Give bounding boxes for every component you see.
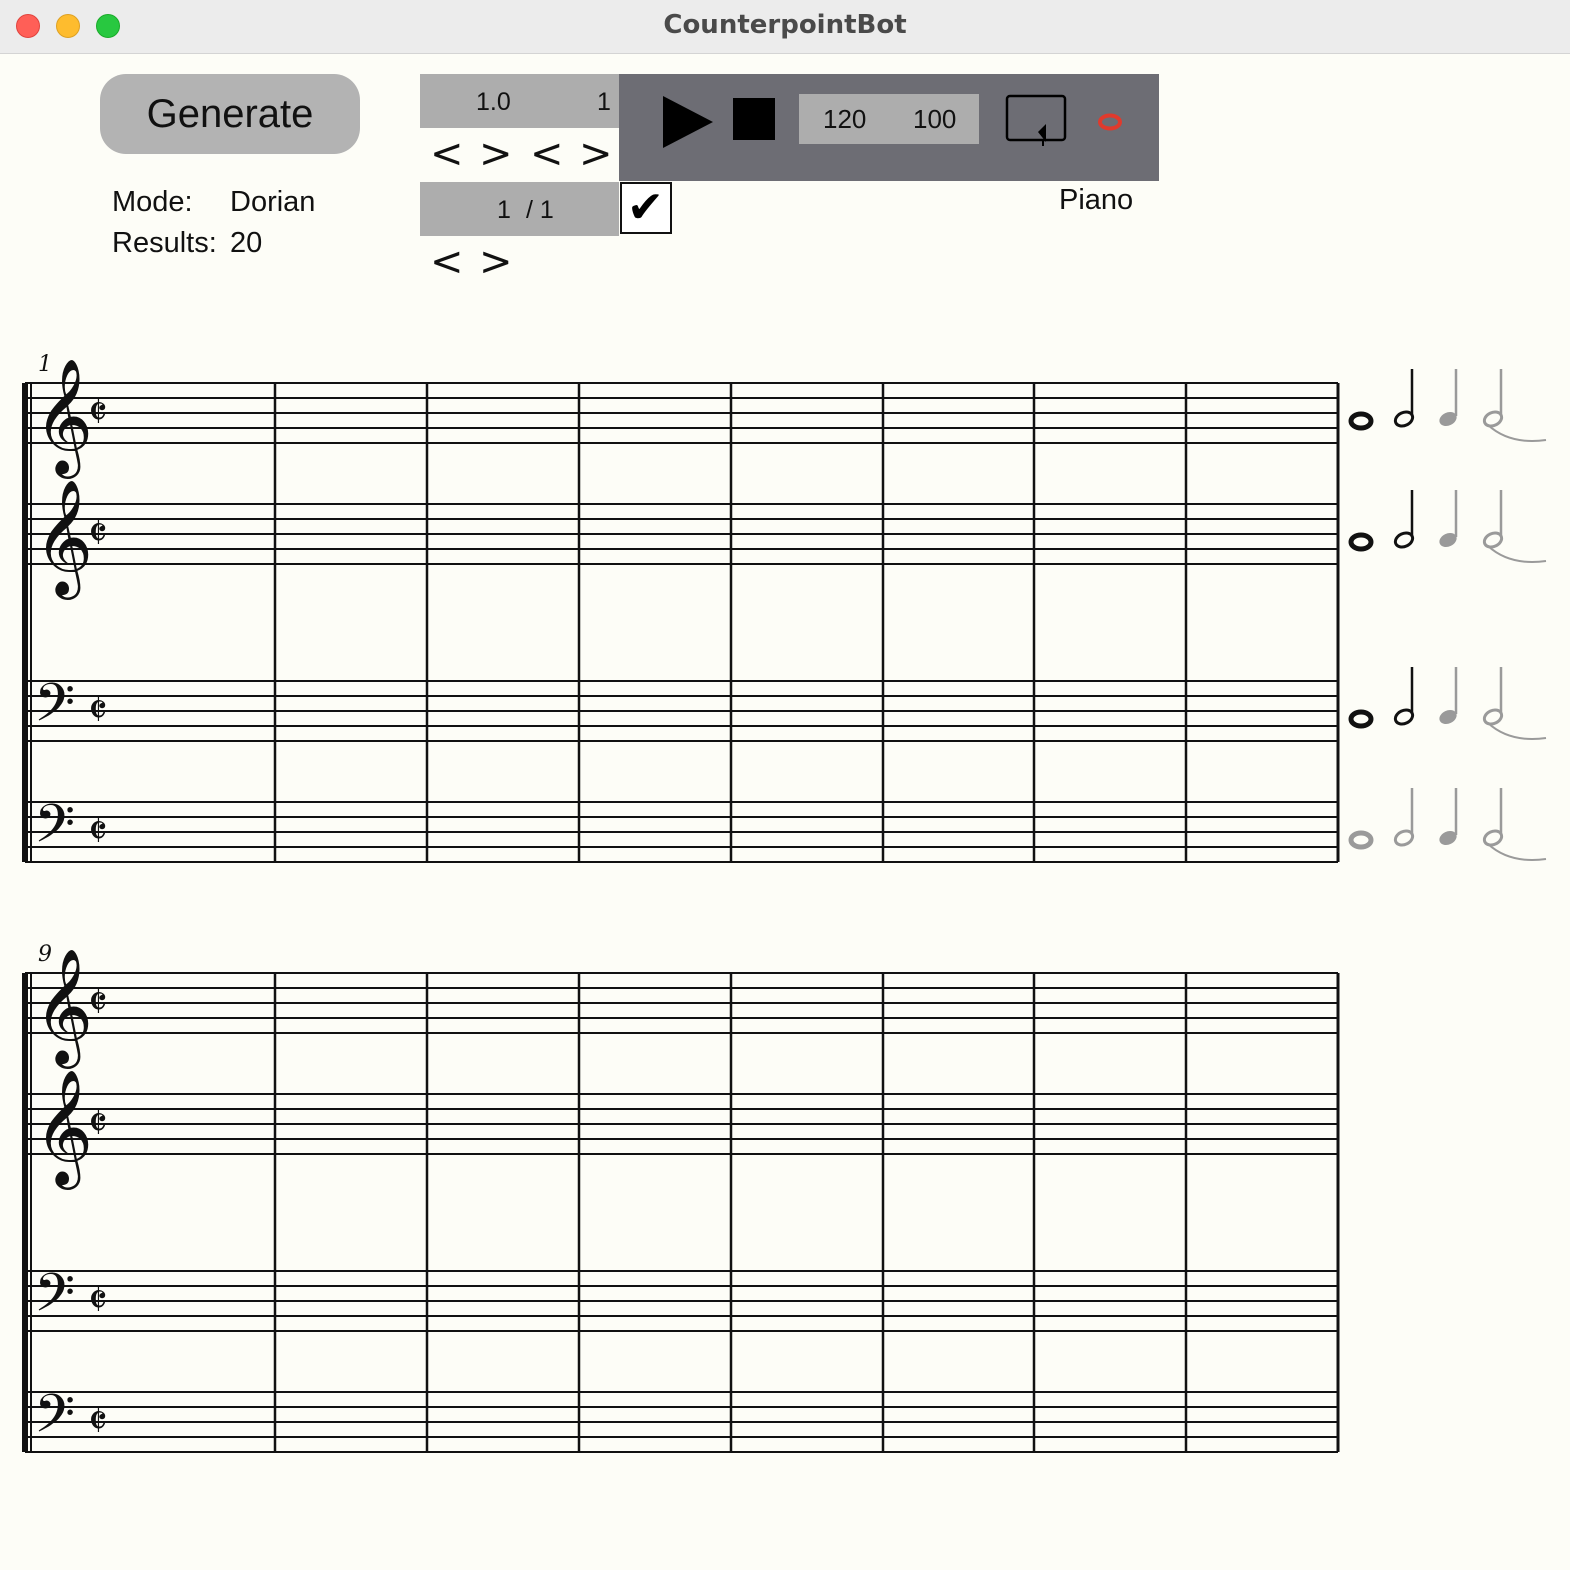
treble-clef-icon: 𝄞 [34,357,93,479]
time-signature: 𝄵 [88,1098,108,1149]
system-bracket [22,973,28,1452]
treble-clef-icon: 𝄞 [34,478,93,600]
tie-icon [1487,843,1547,861]
time-signature: 𝄵 [88,685,108,736]
bass-clef-icon: 𝄢 [34,1263,75,1337]
whole-note-icon[interactable] [1348,411,1374,431]
tie-icon [1487,722,1547,740]
whole-note-icon[interactable] [1348,830,1374,850]
tie-icon [1487,545,1547,563]
time-signature: 𝄵 [88,387,108,438]
whole-note-icon[interactable] [1348,532,1374,552]
tie-icon [1487,424,1547,442]
score: 1𝄞𝄵𝄞𝄵𝄢 𝄵𝄢 𝄵9𝄞𝄵𝄞𝄵𝄢 𝄵𝄢 𝄵 [22,352,1547,1458]
system-bracket [22,383,28,862]
whole-note-icon[interactable] [1348,709,1374,729]
treble-clef-icon: 𝄞 [34,1068,93,1190]
time-signature: 𝄵 [88,977,108,1028]
treble-clef-icon: 𝄞 [34,947,93,1069]
time-signature: 𝄵 [88,1396,108,1447]
time-signature: 𝄵 [88,1275,108,1326]
bass-clef-icon: 𝄢 [34,673,75,747]
time-signature: 𝄵 [88,508,108,559]
bass-clef-icon: 𝄢 [34,1384,75,1458]
time-signature: 𝄵 [88,806,108,857]
bass-clef-icon: 𝄢 [34,794,75,868]
